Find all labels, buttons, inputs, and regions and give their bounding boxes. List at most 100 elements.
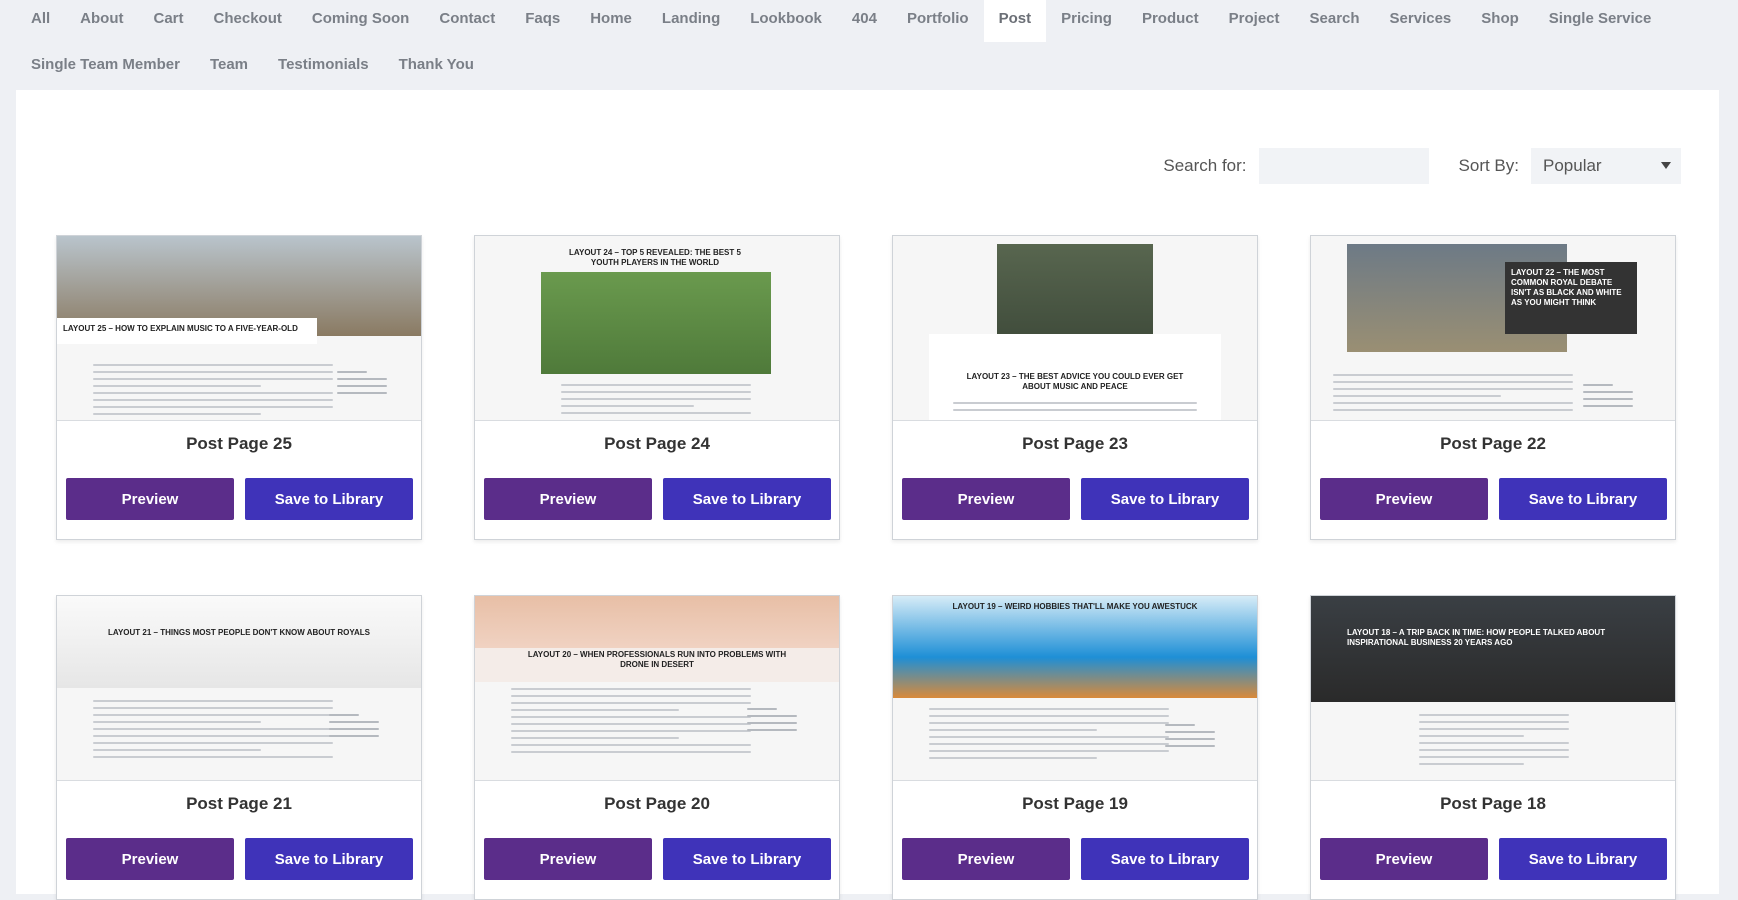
- tab-faqs[interactable]: Faqs: [510, 0, 575, 42]
- sort-label: Sort By:: [1458, 156, 1519, 175]
- card-title: Post Page 21: [186, 794, 292, 813]
- template-thumbnail[interactable]: Layout 18 – A Trip Back in Time: How Peo…: [1311, 596, 1675, 781]
- thumb-heading: LAYOUT 20 – WHEN PROFESSIONALS RUN INTO …: [527, 650, 787, 669]
- search-input[interactable]: [1258, 148, 1429, 184]
- thumb-photo: [57, 596, 421, 688]
- thumb-text-lines: [1419, 714, 1569, 770]
- template-thumbnail[interactable]: Layout 23 – The Best Advice You Could Ev…: [893, 236, 1257, 421]
- template-card: Layout 18 – A Trip Back in Time: How Peo…: [1310, 595, 1676, 900]
- template-thumbnail[interactable]: LAYOUT 19 – WEIRD HOBBIES THAT'LL MAKE Y…: [893, 596, 1257, 781]
- category-tabs: All About Cart Checkout Coming Soon Contact Fa…: [16, 0, 1719, 90]
- thumb-heading: LAYOUT 25 – HOW TO EXPLAIN MUSIC TO A FI…: [63, 324, 298, 333]
- save-to-library-button[interactable]: Save to Library: [1081, 838, 1249, 880]
- tab-single-team-member[interactable]: Single Team Member: [16, 46, 195, 88]
- card-title: Post Page 18: [1440, 794, 1546, 813]
- template-thumbnail[interactable]: LAYOUT 20 – WHEN PROFESSIONALS RUN INTO …: [475, 596, 839, 781]
- preview-button[interactable]: Preview: [66, 838, 234, 880]
- thumb-text-lines: [561, 384, 751, 419]
- tab-project[interactable]: Project: [1214, 0, 1295, 42]
- tab-thank-you[interactable]: Thank You: [384, 46, 489, 88]
- thumb-text-lines: [93, 700, 333, 763]
- tab-services[interactable]: Services: [1375, 0, 1467, 42]
- filter-bar: Search for: Sort By: Popular: [1163, 148, 1681, 184]
- tab-portfolio[interactable]: Portfolio: [892, 0, 984, 42]
- thumb-heading: Layout 24 – Top 5 Revealed: The Best 5 Y…: [569, 248, 741, 267]
- tab-contact[interactable]: Contact: [424, 0, 510, 42]
- thumb-sidebar: [747, 708, 797, 736]
- tab-single-service[interactable]: Single Service: [1534, 0, 1667, 42]
- page-container: All About Cart Checkout Coming Soon Contact Fa…: [16, 0, 1719, 900]
- thumb-text-lines: [511, 688, 751, 758]
- template-card: LAYOUT 19 – WEIRD HOBBIES THAT'LL MAKE Y…: [892, 595, 1258, 900]
- thumb-heading: LAYOUT 21 – THINGS MOST PEOPLE DON'T KNO…: [108, 628, 370, 637]
- sort-selected-value: Popular: [1543, 156, 1602, 175]
- preview-button[interactable]: Preview: [1320, 838, 1488, 880]
- thumb-text-lines: [93, 364, 333, 420]
- card-title: Post Page 22: [1440, 434, 1546, 453]
- preview-button[interactable]: Preview: [66, 478, 234, 520]
- thumb-heading: Layout 23 – The Best Advice You Could Ev…: [966, 372, 1184, 391]
- save-to-library-button[interactable]: Save to Library: [245, 838, 413, 880]
- tab-testimonials[interactable]: Testimonials: [263, 46, 384, 88]
- template-thumbnail[interactable]: Layout 22 – The Most Common Royal Debate…: [1311, 236, 1675, 421]
- tab-row-2: Single Team Member Team Testimonials Thank …: [16, 46, 489, 88]
- thumb-heading: LAYOUT 19 – WEIRD HOBBIES THAT'LL MAKE Y…: [952, 602, 1198, 611]
- thumb-text-lines: [929, 708, 1169, 764]
- preview-button[interactable]: Preview: [484, 478, 652, 520]
- thumb-sidebar: [329, 714, 379, 742]
- tab-product[interactable]: Product: [1127, 0, 1214, 42]
- preview-button[interactable]: Preview: [902, 478, 1070, 520]
- thumb-text-lines: [1333, 374, 1573, 416]
- chevron-down-icon: [1661, 162, 1671, 169]
- save-to-library-button[interactable]: Save to Library: [1499, 838, 1667, 880]
- tab-all[interactable]: All: [16, 0, 65, 42]
- save-to-library-button[interactable]: Save to Library: [663, 478, 831, 520]
- template-card: LAYOUT 21 – THINGS MOST PEOPLE DON'T KNO…: [56, 595, 422, 900]
- sort-select[interactable]: Popular: [1531, 148, 1681, 184]
- card-title: Post Page 23: [1022, 434, 1128, 453]
- tab-404[interactable]: 404: [837, 0, 892, 42]
- thumb-photo: [997, 244, 1153, 348]
- card-title: Post Page 19: [1022, 794, 1128, 813]
- thumb-photo: [475, 596, 839, 648]
- template-card: Layout 22 – The Most Common Royal Debate…: [1310, 235, 1676, 540]
- tab-home[interactable]: Home: [575, 0, 647, 42]
- thumb-text-lines: [953, 402, 1197, 416]
- tab-about[interactable]: About: [65, 0, 138, 42]
- template-thumbnail[interactable]: Layout 24 – Top 5 Revealed: The Best 5 Y…: [475, 236, 839, 421]
- search-label: Search for:: [1163, 156, 1247, 175]
- tab-search[interactable]: Search: [1295, 0, 1375, 42]
- tab-checkout[interactable]: Checkout: [199, 0, 297, 42]
- tab-team[interactable]: Team: [195, 46, 263, 88]
- card-title: Post Page 25: [186, 434, 292, 453]
- card-title: Post Page 20: [604, 794, 710, 813]
- thumb-photo: [541, 272, 771, 374]
- tab-post[interactable]: Post: [983, 0, 1047, 42]
- thumb-photo: [1311, 596, 1675, 702]
- thumb-sidebar: [1165, 724, 1215, 752]
- card-title: Post Page 24: [604, 434, 710, 453]
- tab-coming-soon[interactable]: Coming Soon: [297, 0, 425, 42]
- template-card: Layout 24 – Top 5 Revealed: The Best 5 Y…: [474, 235, 840, 540]
- save-to-library-button[interactable]: Save to Library: [663, 838, 831, 880]
- template-card: Layout 23 – The Best Advice You Could Ev…: [892, 235, 1258, 540]
- save-to-library-button[interactable]: Save to Library: [245, 478, 413, 520]
- tab-landing[interactable]: Landing: [647, 0, 735, 42]
- tab-shop[interactable]: Shop: [1466, 0, 1534, 42]
- tab-pricing[interactable]: Pricing: [1046, 0, 1127, 42]
- save-to-library-button[interactable]: Save to Library: [1081, 478, 1249, 520]
- template-card: LAYOUT 25 – HOW TO EXPLAIN MUSIC TO A FI…: [56, 235, 422, 540]
- thumb-heading: Layout 22 – The Most Common Royal Debate…: [1511, 268, 1622, 307]
- template-card: LAYOUT 20 – WHEN PROFESSIONALS RUN INTO …: [474, 595, 840, 900]
- tab-lookbook[interactable]: Lookbook: [735, 0, 837, 42]
- preview-button[interactable]: Preview: [902, 838, 1070, 880]
- thumb-sidebar: [1583, 384, 1633, 412]
- template-thumbnail[interactable]: LAYOUT 21 – THINGS MOST PEOPLE DON'T KNO…: [57, 596, 421, 781]
- tab-cart[interactable]: Cart: [139, 0, 199, 42]
- template-thumbnail[interactable]: LAYOUT 25 – HOW TO EXPLAIN MUSIC TO A FI…: [57, 236, 421, 421]
- preview-button[interactable]: Preview: [1320, 478, 1488, 520]
- save-to-library-button[interactable]: Save to Library: [1499, 478, 1667, 520]
- preview-button[interactable]: Preview: [484, 838, 652, 880]
- thumb-heading: Layout 18 – A Trip Back in Time: How Peo…: [1347, 628, 1606, 647]
- thumb-sidebar: [337, 371, 387, 399]
